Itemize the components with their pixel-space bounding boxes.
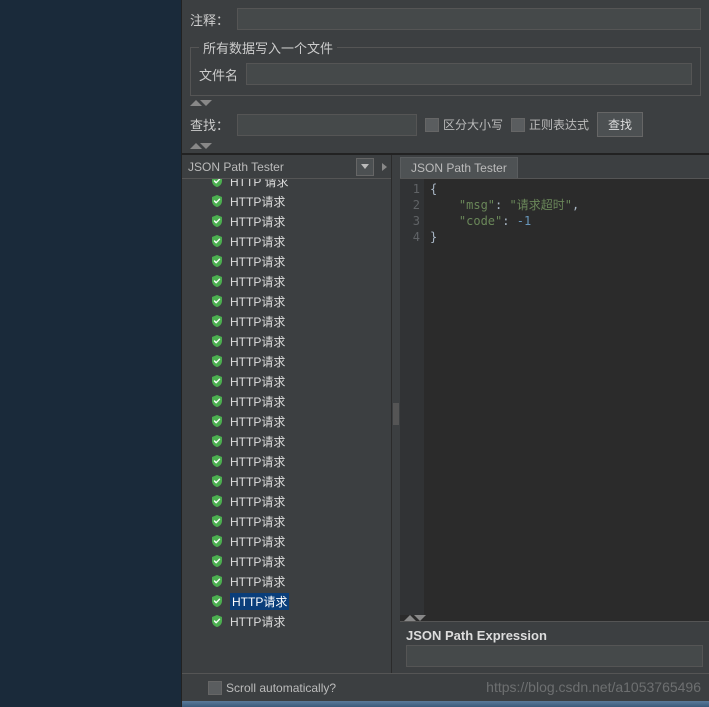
tree-item[interactable]: HTTP请求 [182, 391, 391, 411]
tree-item-label: HTTP请求 [230, 533, 285, 550]
tree-item-label: HTTP 请求 [230, 179, 288, 190]
search-button[interactable]: 查找 [597, 112, 643, 137]
shield-icon [210, 179, 224, 188]
tree-item[interactable]: HTTP请求 [182, 511, 391, 531]
tree-item[interactable]: HTTP请求 [182, 491, 391, 511]
shield-icon [210, 254, 224, 268]
tree-item[interactable]: HTTP 请求 [182, 179, 391, 191]
filename-label: 文件名 [199, 65, 238, 84]
shield-icon [210, 294, 224, 308]
shield-icon [210, 494, 224, 508]
shield-icon [210, 594, 224, 608]
tree-item[interactable]: HTTP请求 [182, 271, 391, 291]
shield-icon [210, 514, 224, 528]
tree-item-label: HTTP请求 [230, 593, 289, 610]
shield-icon [210, 374, 224, 388]
vertical-splitter[interactable] [392, 155, 400, 673]
shield-icon [210, 314, 224, 328]
tree-list[interactable]: HTTP 请求 HTTP请求 HTTP请求 HTTP请求 HTTP请求 HTTP请求 HTT… [182, 179, 391, 673]
tree-item-label: HTTP请求 [230, 293, 285, 310]
case-sensitive-checkbox[interactable]: 区分大小写 [425, 116, 503, 133]
tree-item[interactable]: HTTP请求 [182, 411, 391, 431]
code-gutter: 1234 [400, 179, 424, 615]
tree-item-label: HTTP请求 [230, 373, 285, 390]
tree-item-label: HTTP请求 [230, 493, 285, 510]
expression-label: JSON Path Expression [406, 628, 555, 643]
shield-icon [210, 614, 224, 628]
tree-item-label: HTTP请求 [230, 273, 285, 290]
tree-item[interactable]: HTTP请求 [182, 191, 391, 211]
shield-icon [210, 334, 224, 348]
file-output-group: 所有数据写入一个文件 文件名 [190, 38, 701, 96]
shield-icon [210, 214, 224, 228]
tree-item[interactable]: HTTP请求 [182, 571, 391, 591]
shield-icon [210, 534, 224, 548]
chevron-right-icon [382, 163, 387, 171]
regex-checkbox[interactable]: 正则表达式 [511, 116, 589, 133]
tree-item-label: HTTP请求 [230, 353, 285, 370]
tree-item-label: HTTP请求 [230, 333, 285, 350]
shield-icon [210, 394, 224, 408]
tree-item-label: HTTP请求 [230, 613, 285, 630]
shield-icon [210, 574, 224, 588]
tree-item[interactable]: HTTP请求 [182, 211, 391, 231]
annotation-input[interactable] [237, 8, 701, 30]
tree-item[interactable]: HTTP请求 [182, 451, 391, 471]
shield-icon [210, 454, 224, 468]
splitter-handle-2[interactable] [182, 143, 709, 149]
file-output-legend: 所有数据写入一个文件 [199, 38, 337, 57]
tree-item[interactable]: HTTP请求 [182, 471, 391, 491]
case-sensitive-label: 区分大小写 [443, 116, 503, 133]
code-content[interactable]: { "msg": "请求超时", "code": -1} [424, 179, 709, 615]
tree-item-label: HTTP请求 [230, 233, 285, 250]
shield-icon [210, 554, 224, 568]
filename-input[interactable] [246, 63, 692, 85]
tree-item-label: HTTP请求 [230, 193, 285, 210]
left-sidebar [0, 0, 182, 707]
watermark: https://blog.csdn.net/a1053765496 [486, 679, 701, 695]
tree-dropdown-button[interactable] [356, 158, 374, 176]
tree-item[interactable]: HTTP请求 [182, 611, 391, 631]
scroll-auto-checkbox[interactable]: Scroll automatically? [208, 681, 336, 695]
tree-item-label: HTTP请求 [230, 313, 285, 330]
tree-item[interactable]: HTTP请求 [182, 231, 391, 251]
shield-icon [210, 194, 224, 208]
tree-item-label: HTTP请求 [230, 453, 285, 470]
tree-item-label: HTTP请求 [230, 433, 285, 450]
tree-item[interactable]: HTTP请求 [182, 431, 391, 451]
shield-icon [210, 414, 224, 428]
tree-header: JSON Path Tester [186, 160, 354, 174]
tree-item-label: HTTP请求 [230, 253, 285, 270]
scroll-auto-label: Scroll automatically? [226, 681, 336, 695]
regex-label: 正则表达式 [529, 116, 589, 133]
tree-item[interactable]: HTTP请求 [182, 291, 391, 311]
tree-item-label: HTTP请求 [230, 413, 285, 430]
tree-item[interactable]: HTTP请求 [182, 531, 391, 551]
search-label: 查找： [190, 115, 229, 134]
bottom-strip [182, 701, 709, 707]
tree-item[interactable]: HTTP请求 [182, 251, 391, 271]
tree-item-label: HTTP请求 [230, 553, 285, 570]
shield-icon [210, 354, 224, 368]
tree-item[interactable]: HTTP请求 [182, 371, 391, 391]
tree-item-label: HTTP请求 [230, 473, 285, 490]
tree-item-label: HTTP请求 [230, 393, 285, 410]
tree-item[interactable]: HTTP请求 [182, 351, 391, 371]
annotation-label: 注释： [190, 10, 229, 29]
tree-item[interactable]: HTTP请求 [182, 331, 391, 351]
tree-item[interactable]: HTTP请求 [182, 311, 391, 331]
tree-item[interactable]: HTTP请求 [182, 591, 391, 611]
shield-icon [210, 474, 224, 488]
tree-item[interactable]: HTTP请求 [182, 551, 391, 571]
code-tab[interactable]: JSON Path Tester [400, 157, 518, 178]
expression-input[interactable] [406, 645, 703, 667]
shield-icon [210, 234, 224, 248]
tree-item-label: HTTP请求 [230, 213, 285, 230]
search-input[interactable] [237, 114, 417, 136]
shield-icon [210, 434, 224, 448]
shield-icon [210, 274, 224, 288]
tree-item-label: HTTP请求 [230, 573, 285, 590]
tree-item-label: HTTP请求 [230, 513, 285, 530]
